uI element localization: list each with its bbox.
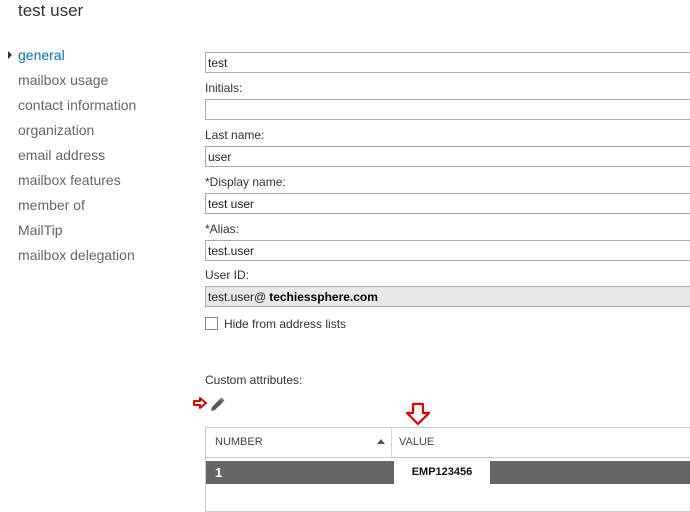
pencil-icon[interactable]	[208, 396, 226, 414]
column-header-label: VALUE	[399, 436, 435, 448]
nav-item-label: mailbox delegation	[18, 247, 135, 263]
first-name-field[interactable]: test	[205, 52, 690, 73]
nav-item-contact-information[interactable]: contact information	[18, 96, 136, 121]
nav-item-label: mailbox features	[18, 172, 121, 188]
column-header-value[interactable]: VALUE	[392, 428, 690, 457]
nav-item-label: MailTip	[18, 222, 63, 238]
sort-ascending-icon	[377, 439, 385, 444]
initials-field[interactable]	[205, 99, 690, 120]
column-header-number[interactable]: NUMBER	[206, 428, 392, 457]
user-id-field[interactable]: test.user@ techiessphere.com	[205, 286, 690, 307]
nav-item-label: email address	[18, 147, 106, 163]
nav-item-label: member of	[18, 197, 85, 213]
nav-item-label: organization	[18, 122, 95, 138]
nav-item-member-of[interactable]: member of	[18, 196, 136, 221]
display-name-label: *Display name:	[205, 175, 286, 189]
nav-item-label: general	[18, 47, 65, 63]
user-id-domain: techiessphere.com	[269, 290, 378, 304]
alias-label: *Alias:	[205, 222, 240, 236]
nav-item-email-address[interactable]: email address	[18, 146, 136, 171]
alias-field[interactable]: test.user	[205, 240, 690, 261]
display-name-field[interactable]: test user	[205, 193, 690, 214]
nav-item-label: contact information	[18, 97, 137, 113]
caret-right-icon	[8, 51, 12, 59]
hide-label: Hide from address lists	[224, 317, 347, 331]
hide-from-address-lists[interactable]: Hide from address lists	[205, 317, 346, 331]
last-name-label: Last name:	[205, 128, 265, 142]
custom-attributes-label: Custom attributes:	[205, 373, 303, 387]
arrow-down-icon	[405, 402, 431, 426]
page-title: test user	[18, 1, 84, 20]
initials-label: Initials:	[205, 81, 243, 95]
cell-value[interactable]: EMP123456	[394, 458, 490, 487]
column-header-label: NUMBER	[215, 436, 263, 448]
last-name-field[interactable]: user	[205, 146, 690, 167]
cell-number: 1	[215, 465, 223, 480]
nav-item-mailbox-usage[interactable]: mailbox usage	[18, 71, 136, 96]
nav-item-mailbox-delegation[interactable]: mailbox delegation	[18, 246, 136, 271]
table-row[interactable]: 1 EMP123456	[206, 458, 690, 487]
nav-item-label: mailbox usage	[18, 72, 109, 88]
arrow-right-icon	[193, 397, 207, 409]
sidebar-nav: general mailbox usage contact informatio…	[8, 46, 136, 271]
user-id-label: User ID:	[205, 268, 250, 282]
nav-item-organization[interactable]: organization	[18, 121, 136, 146]
hide-checkbox[interactable]	[205, 317, 218, 330]
user-id-prefix: test.user@	[208, 290, 267, 304]
custom-attributes-table: NUMBER VALUE 1 EMP123456	[205, 427, 690, 512]
nav-item-mailtip[interactable]: MailTip	[18, 221, 136, 246]
nav-item-mailbox-features[interactable]: mailbox features	[18, 171, 136, 196]
nav-item-general[interactable]: general	[8, 46, 136, 71]
